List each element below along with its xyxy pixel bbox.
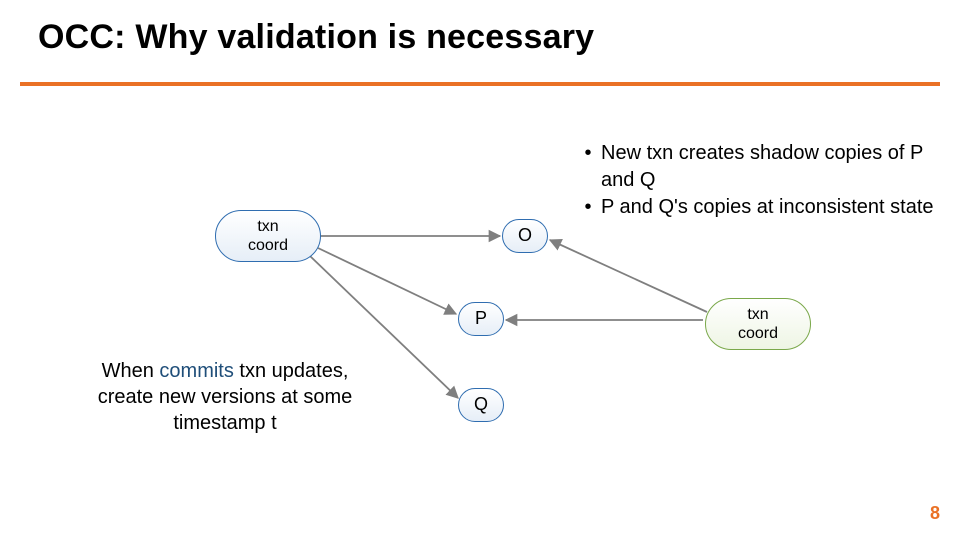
node-Q: Q bbox=[458, 388, 504, 422]
bullet-marker: • bbox=[575, 140, 601, 194]
left-caption-pre: When bbox=[102, 360, 160, 382]
node-O-label: O bbox=[518, 225, 532, 247]
diagram-wrapper: txn coord txn coord O P Q bbox=[0, 0, 960, 540]
bullet-text: New txn creates shadow copies of P and Q bbox=[601, 140, 935, 194]
node-txn-coord-b: txn coord bbox=[705, 298, 811, 350]
node-txn-coord-a-label: txn coord bbox=[248, 217, 288, 255]
diagram-arrows bbox=[0, 0, 960, 540]
left-caption-accent: commits bbox=[159, 360, 233, 382]
node-O: O bbox=[502, 219, 548, 253]
node-P: P bbox=[458, 302, 504, 336]
bullet-list: • New txn creates shadow copies of P and… bbox=[575, 140, 935, 221]
left-caption: When commits txn updates, create new ver… bbox=[80, 358, 370, 436]
bullet-marker: • bbox=[575, 194, 601, 221]
bullet-item: • New txn creates shadow copies of P and… bbox=[575, 140, 935, 194]
node-Q-label: Q bbox=[474, 394, 488, 416]
bullet-text: P and Q's copies at inconsistent state bbox=[601, 194, 935, 221]
node-txn-coord-b-label: txn coord bbox=[738, 305, 778, 343]
bullet-item: • P and Q's copies at inconsistent state bbox=[575, 194, 935, 221]
node-P-label: P bbox=[475, 308, 487, 330]
page-number-text: 8 bbox=[930, 503, 940, 523]
node-txn-coord-a: txn coord bbox=[215, 210, 321, 262]
page-number: 8 bbox=[930, 503, 940, 524]
